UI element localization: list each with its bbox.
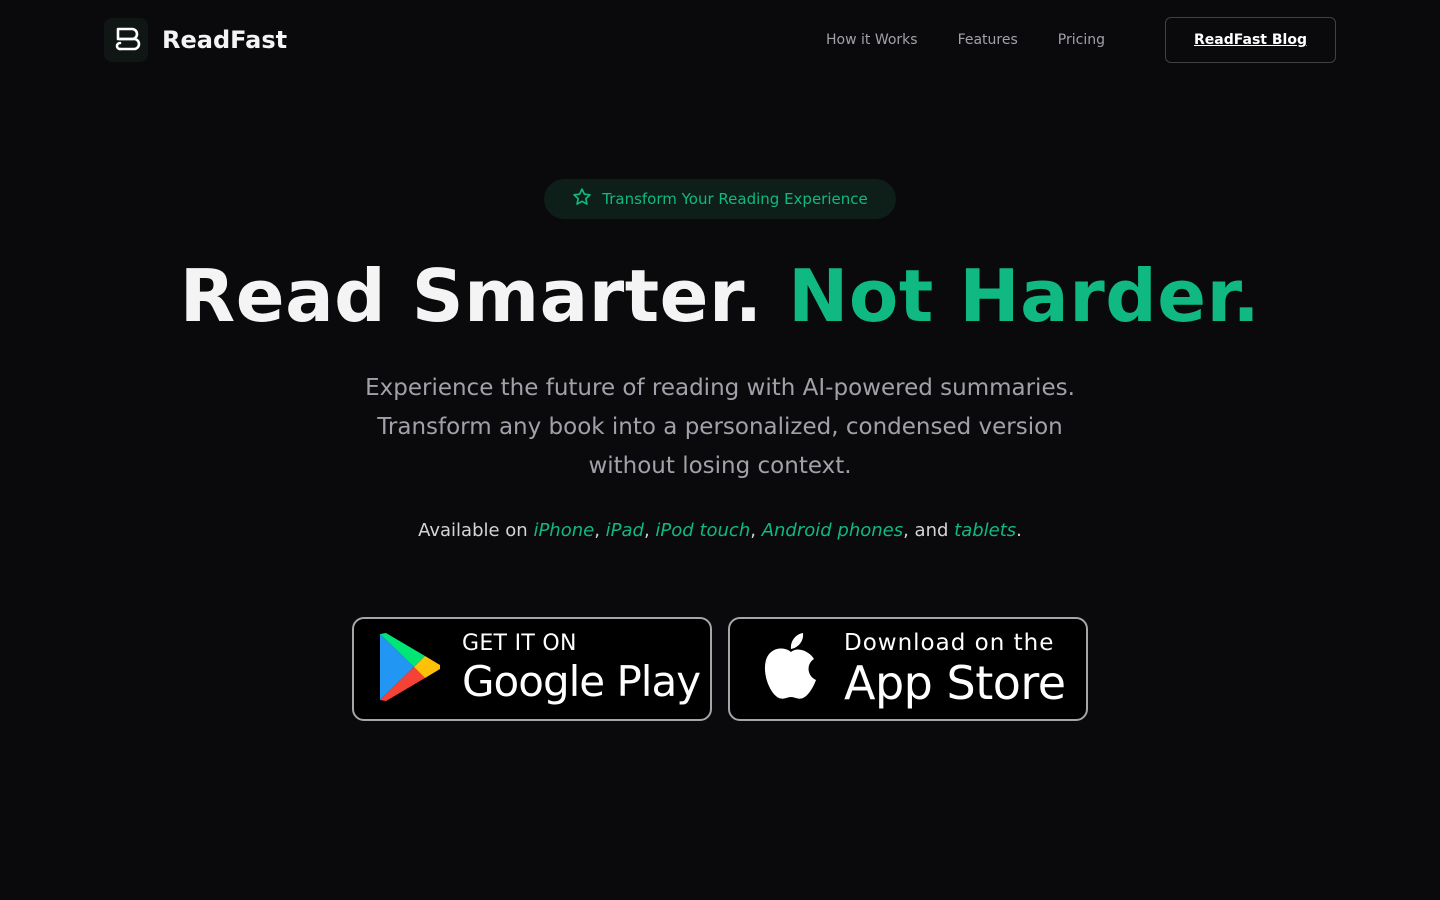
subtitle-line: without losing context.	[588, 453, 852, 479]
google-play-text: GET IT ON Google Play	[462, 631, 701, 707]
app-store-button[interactable]: Download on the App Store	[728, 617, 1088, 721]
nav-how-it-works[interactable]: How it Works	[826, 32, 918, 48]
landing-page: ReadFast How it Works Features Pricing R…	[0, 0, 1440, 900]
device-android-phones: Android phones	[761, 520, 904, 541]
brand-name: ReadFast	[162, 26, 288, 54]
device-iphone: iPhone	[533, 520, 595, 541]
nav-features[interactable]: Features	[958, 32, 1018, 48]
brand-logo-link[interactable]: ReadFast	[104, 18, 287, 62]
app-store-small-text: Download on the	[844, 630, 1055, 656]
app-store-big-text: App Store	[844, 656, 1066, 710]
headline-white: Read Smarter.	[179, 254, 763, 338]
badge-text: Transform Your Reading Experience	[602, 190, 868, 208]
google-play-big-text: Google Play	[462, 657, 701, 706]
apple-icon	[762, 632, 820, 706]
hero-headline: Read Smarter. Not Harder.	[0, 252, 1440, 340]
blog-button[interactable]: ReadFast Blog	[1165, 17, 1336, 63]
availability-prefix: Available on	[418, 520, 534, 541]
site-header: ReadFast How it Works Features Pricing R…	[0, 0, 1440, 80]
app-store-text: Download on the App Store	[844, 629, 1066, 709]
book-icon	[104, 18, 148, 62]
google-play-button[interactable]: GET IT ON Google Play	[352, 617, 712, 721]
availability-and: , and	[903, 520, 955, 541]
device-ipad: iPad	[605, 520, 644, 541]
google-play-icon	[378, 632, 442, 706]
device-ipod-touch: iPod touch	[655, 520, 751, 541]
main-nav: How it Works Features Pricing	[826, 0, 1105, 80]
star-icon	[572, 187, 592, 211]
google-play-small-text: GET IT ON	[462, 631, 577, 656]
hero-subtitle: Experience the future of reading with AI…	[340, 369, 1100, 486]
subtitle-line: Transform any book into a personalized, …	[377, 414, 1063, 440]
nav-pricing[interactable]: Pricing	[1058, 32, 1105, 48]
device-tablets: tablets	[954, 520, 1017, 541]
headline-green: Not Harder.	[788, 254, 1261, 338]
hero-badge: Transform Your Reading Experience	[544, 179, 896, 219]
subtitle-line: Experience the future of reading with AI…	[365, 375, 1075, 401]
availability-suffix: .	[1016, 520, 1022, 541]
availability-text: Available on iPhone, iPad, iPod touch, A…	[418, 520, 1022, 541]
